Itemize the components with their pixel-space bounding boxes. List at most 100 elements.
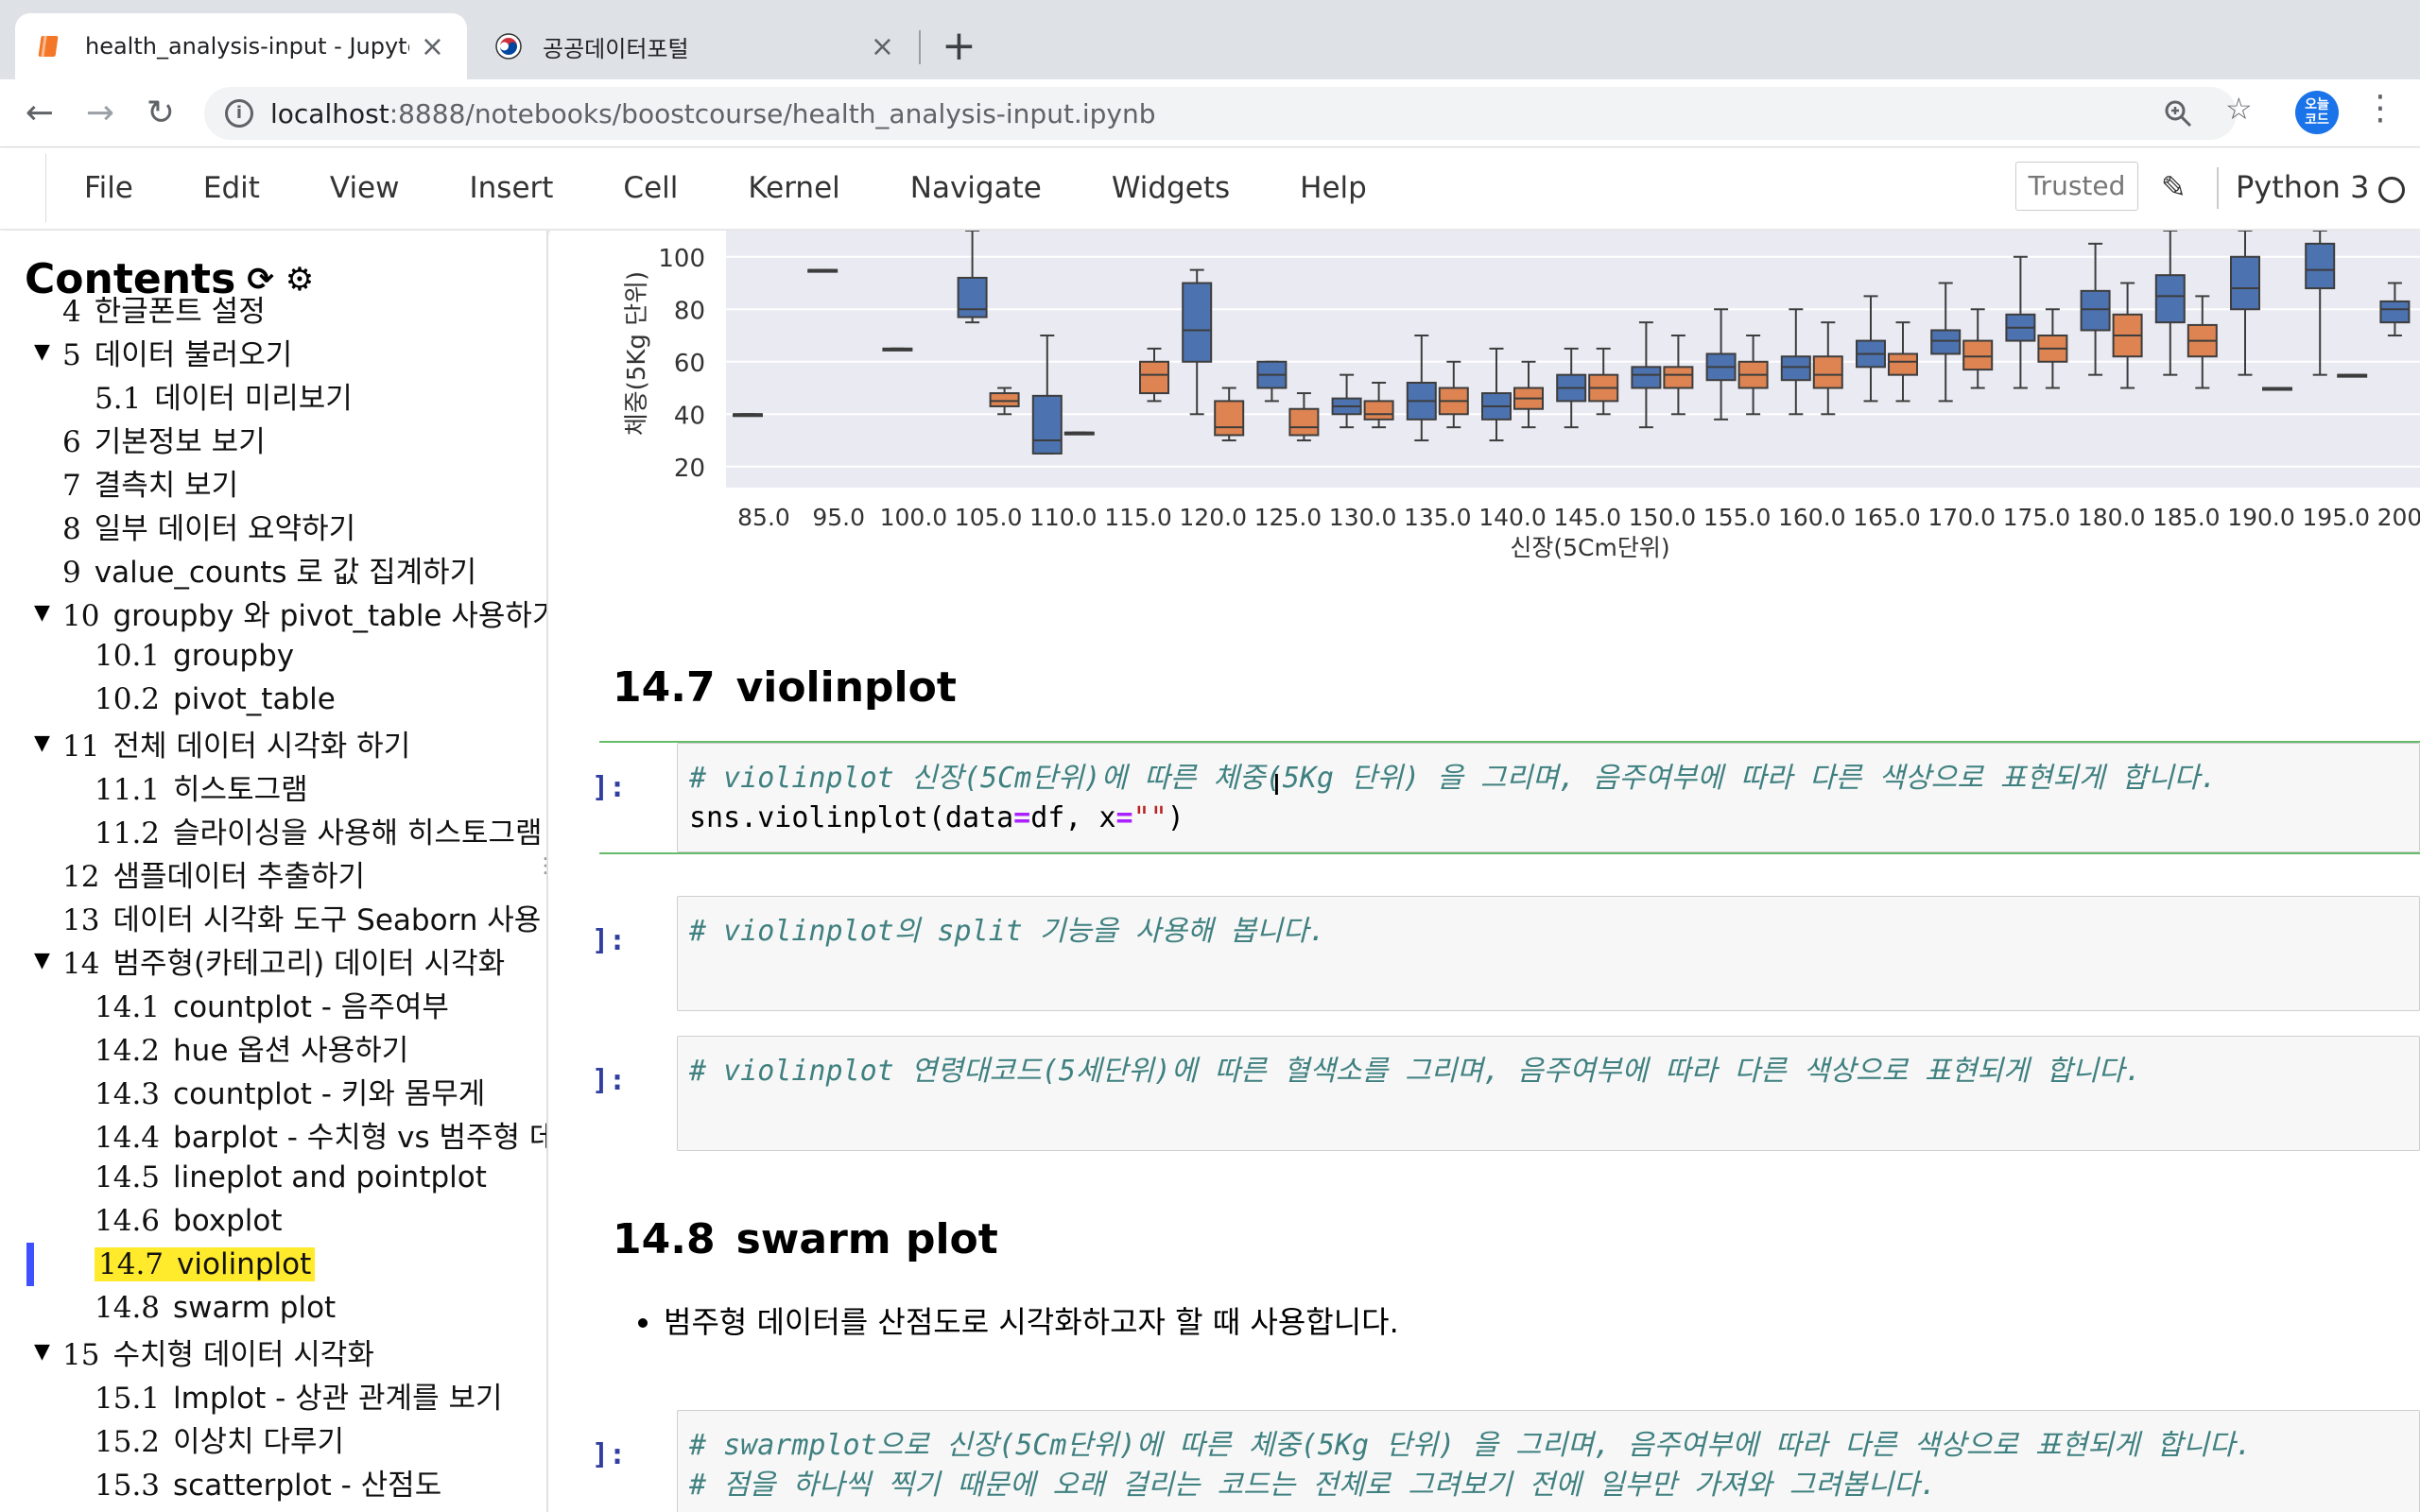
toc-item[interactable]: ▼ 14 범주형(카테고리) 데이터 시각화: [34, 939, 505, 981]
toc-item-label: groupby 와 pivot_table 사용하기: [112, 598, 548, 633]
toc-item-label: barplot - 수치형 vs 범주형 데: [173, 1120, 548, 1155]
zoom-icon[interactable]: [2163, 98, 2193, 129]
toc-item[interactable]: 5.1 데이터 미리보기: [95, 374, 353, 416]
toc-item[interactable]: 10.1 groupby: [95, 635, 294, 677]
toc-item[interactable]: 4 한글폰트 설정: [62, 287, 266, 329]
toc-item[interactable]: 14.1 countplot - 음주여부: [95, 983, 449, 1024]
toc-item-number: 10.2: [95, 682, 161, 716]
toc-item[interactable]: 8 일부 데이터 요약하기: [62, 505, 355, 546]
close-tab-icon[interactable]: ×: [421, 30, 444, 63]
kernel-divider: [2217, 167, 2219, 209]
collapse-caret-icon[interactable]: ▼: [34, 1340, 62, 1364]
list-item: 범주형 데이터를 산점도로 시각화하고자 할 때 사용합니다.: [664, 1298, 1399, 1342]
menu-widgets[interactable]: Widgets: [1112, 171, 1230, 205]
menu-help[interactable]: Help: [1300, 171, 1367, 205]
toc-item[interactable]: 6 기본정보 보기: [62, 418, 266, 459]
toc-item[interactable]: 15.2 이상치 다루기: [95, 1418, 344, 1459]
url-host: localhost: [270, 97, 389, 129]
toc-item[interactable]: 14.8 swarm plot: [95, 1287, 336, 1329]
resize-handle[interactable]: ⋮: [535, 854, 546, 878]
jupyter-menubar: File Edit View Insert Cell Kernel Navigate Widg…: [0, 148, 2420, 230]
menu-edit[interactable]: Edit: [203, 171, 260, 205]
cell-prompt: ]:: [592, 1064, 627, 1097]
menu-file[interactable]: File: [84, 171, 133, 205]
collapse-caret-icon[interactable]: ▼: [34, 731, 62, 755]
menu-insert[interactable]: Insert: [470, 171, 554, 205]
new-tab-button[interactable]: +: [942, 23, 977, 70]
menu-cell[interactable]: Cell: [623, 171, 678, 205]
toc-item-text: 14 범주형(카테고리) 데이터 시각화: [62, 939, 505, 982]
menu-navigate[interactable]: Navigate: [910, 171, 1042, 205]
toc-item[interactable]: ▼ 5 데이터 불러오기: [34, 331, 292, 372]
toc-item[interactable]: 14.7 violinplot: [95, 1244, 316, 1285]
code-operator: =: [1013, 801, 1031, 834]
avatar[interactable]: 오늘 코드: [2295, 91, 2339, 134]
toc-item[interactable]: 12 샘플데이터 추출하기: [62, 852, 365, 894]
trusted-badge[interactable]: Trusted: [2015, 162, 2138, 211]
toc-item[interactable]: 7 결측치 보기: [62, 461, 238, 503]
toc-item-label: violinplot: [177, 1247, 312, 1281]
toc-item-text: 15 수치형 데이터 시각화: [62, 1331, 374, 1373]
toc-item-number: 14.5: [95, 1160, 161, 1194]
gear-icon[interactable]: ⚙: [285, 261, 314, 299]
toc-item[interactable]: 10.2 pivot_table: [95, 679, 336, 720]
menu-kernel[interactable]: Kernel: [748, 171, 839, 205]
edit-pencil-icon[interactable]: ✎: [2161, 169, 2187, 205]
reload-icon[interactable]: ↻: [140, 93, 182, 134]
cell-prompt: ]:: [592, 771, 627, 804]
toc-item[interactable]: 13 데이터 시각화 도구 Seaborn 사용: [62, 896, 541, 937]
collapse-caret-icon[interactable]: ▼: [34, 949, 62, 972]
menu-view[interactable]: View: [330, 171, 400, 205]
site-info-icon[interactable]: i: [225, 99, 253, 128]
code-token: sns.violinplot(data: [689, 801, 1014, 834]
forward-arrow-icon[interactable]: →: [79, 93, 121, 134]
address-bar[interactable]: i localhost:8888/notebooks/boostcourse/h…: [204, 87, 2237, 140]
browser-menu-icon[interactable]: ⋮: [2363, 89, 2397, 128]
toc-item-text: 7 결측치 보기: [62, 461, 238, 504]
cell-input[interactable]: # violinplot의 split 기능을 사용해 봅니다.: [677, 896, 2420, 1011]
code-cell-swarm-1[interactable]: ]: # swarmplot으로 신장(5Cm단위)에 따른 체중(5Kg 단위…: [592, 1410, 2420, 1512]
toc-item-number: 15.3: [95, 1468, 161, 1503]
bookmark-star-icon[interactable]: ☆: [2225, 91, 2253, 127]
x-tick-label: 165.0: [1853, 504, 1921, 531]
collapse-caret-icon[interactable]: ▼: [34, 601, 62, 625]
code-comment: # violinplot의 split 기능을 사용해 봅니다.: [689, 915, 1326, 948]
box-rect: [1182, 282, 1213, 363]
toc-item-text: 5.1 데이터 미리보기: [95, 374, 353, 417]
heading-number: 14.7: [613, 663, 716, 712]
toc-item[interactable]: 14.2 hue 옵션 사용하기: [95, 1026, 408, 1068]
toc-item[interactable]: 14.5 lineplot and pointplot: [95, 1157, 487, 1198]
x-tick-label: 115.0: [1104, 504, 1172, 531]
toc-item[interactable]: ▼ 10 groupby 와 pivot_table 사용하기: [34, 592, 548, 633]
toc-item-number: 14.6: [95, 1204, 161, 1238]
toc-item[interactable]: 11.2 슬라이싱을 사용해 히스토그램: [95, 809, 543, 850]
x-tick-label: 95.0: [812, 504, 865, 531]
back-arrow-icon[interactable]: ←: [19, 93, 60, 134]
toc-item-label: 수치형 데이터 시각화: [112, 1337, 374, 1372]
toc-item[interactable]: ▼ 11 전체 데이터 시각화 하기: [34, 722, 410, 764]
toc-item-number: 14.7: [98, 1247, 164, 1281]
x-tick-label: 130.0: [1329, 504, 1397, 531]
toc-item[interactable]: ▼ 15 수치형 데이터 시각화: [34, 1331, 374, 1372]
cell-input[interactable]: # violinplot 연령대코드(5세단위)에 따른 혈색소를 그리며, 음…: [677, 1036, 2420, 1151]
kernel-name[interactable]: Python 3: [2236, 169, 2369, 205]
code-comment: # violinplot 신장(5Cm단위)에 따른 체중(5Kg 단위) 을 …: [689, 762, 2218, 795]
toc-item[interactable]: 15.1 lmplot - 상관 관계를 보기: [95, 1374, 503, 1416]
close-tab-icon[interactable]: ×: [871, 30, 894, 63]
cell-input[interactable]: # swarmplot으로 신장(5Cm단위)에 따른 체중(5Kg 단위) 을…: [677, 1410, 2420, 1512]
toc-item[interactable]: 14.6 boxplot: [95, 1200, 282, 1242]
toc-item[interactable]: 14.3 countplot - 키와 몸무게: [95, 1070, 485, 1111]
toc-item[interactable]: 14.4 barplot - 수치형 vs 범주형 데: [95, 1113, 548, 1155]
box-rect: [1363, 400, 1394, 421]
browser-tab-data-portal[interactable]: 공공데이터포털 ×: [473, 13, 917, 79]
toc-item[interactable]: 9 value_counts 로 값 집계하기: [62, 548, 476, 590]
code-cell-violin-1[interactable]: ]: # violinplot 신장(5Cm단위)에 따른 체중(5Kg 단위)…: [592, 741, 2420, 854]
code-cell-violin-3[interactable]: ]: # violinplot 연령대코드(5세단위)에 따른 혈색소를 그리며…: [592, 1036, 2420, 1151]
code-cell-violin-2[interactable]: ]: # violinplot의 split 기능을 사용해 봅니다.: [592, 896, 2420, 1011]
browser-tab-jupyter[interactable]: health_analysis-input - Jupyter ×: [15, 13, 467, 79]
cell-input[interactable]: # violinplot 신장(5Cm단위)에 따른 체중(5Kg 단위) 을 …: [677, 743, 2420, 852]
toc-item[interactable]: 11.1 히스토그램: [95, 765, 308, 807]
toc-item[interactable]: 15.3 scatterplot - 산점도: [95, 1461, 441, 1503]
collapse-caret-icon[interactable]: ▼: [34, 340, 62, 364]
toc-item-text: 14.3 countplot - 키와 몸무게: [95, 1070, 485, 1112]
